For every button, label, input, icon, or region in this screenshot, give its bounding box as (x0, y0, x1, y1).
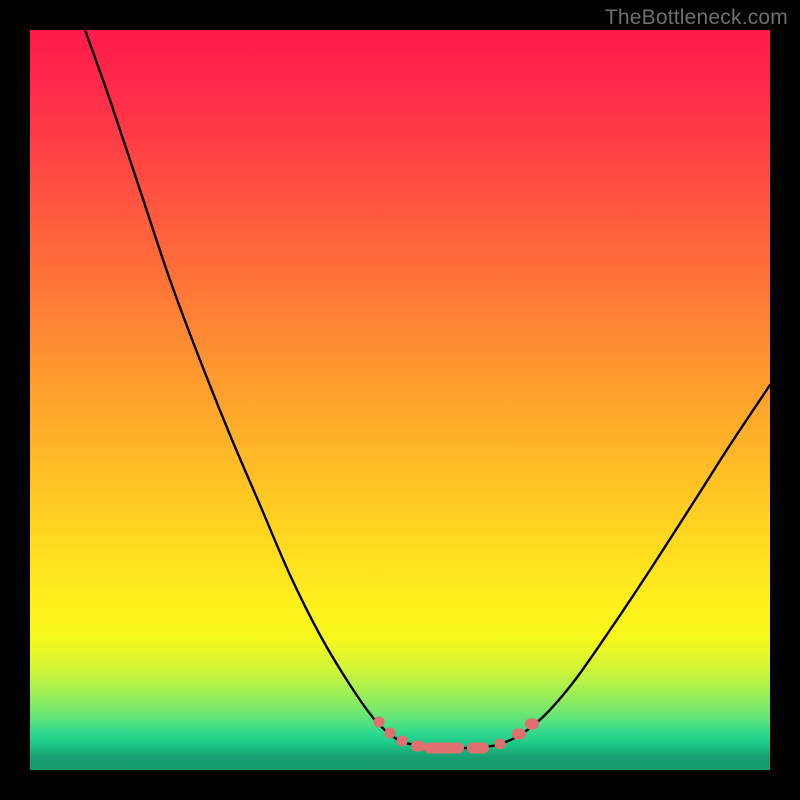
plot-area (30, 30, 770, 770)
valley-marker (411, 741, 425, 752)
valley-marker (385, 728, 396, 739)
valley-marker-group (374, 717, 540, 754)
valley-marker (424, 743, 464, 754)
chart-frame: TheBottleneck.com (0, 0, 800, 800)
valley-marker (397, 736, 408, 747)
valley-marker (467, 743, 489, 754)
valley-marker (512, 729, 526, 740)
watermark-text: TheBottleneck.com (605, 6, 788, 30)
valley-marker (495, 739, 506, 750)
curve-layer (30, 30, 770, 770)
bottleneck-curve (85, 30, 770, 748)
valley-marker (525, 719, 539, 730)
valley-marker (374, 717, 385, 728)
